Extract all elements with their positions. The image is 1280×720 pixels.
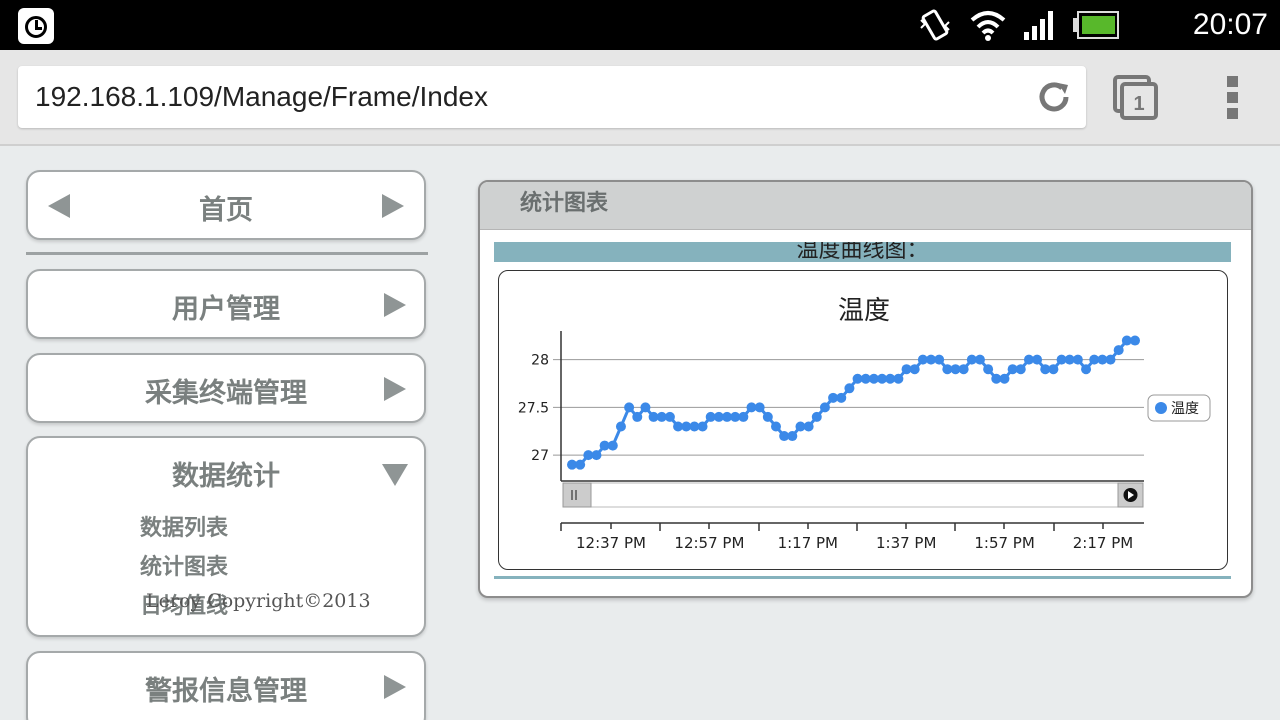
alarm-icon (18, 8, 54, 44)
status-icons (916, 6, 1120, 44)
next-arrow-icon[interactable] (382, 194, 404, 218)
chart-footer-bar (494, 576, 1231, 579)
data-point (1081, 364, 1092, 375)
data-point (811, 411, 822, 422)
data-point (697, 421, 708, 432)
x-tick-label: 12:37 PM (576, 534, 646, 552)
data-point (819, 402, 830, 413)
data-point (803, 421, 814, 432)
url-text[interactable]: 192.168.1.109/Manage/Frame/Index (35, 66, 488, 128)
vibrate-icon (920, 9, 950, 41)
sub-item-stats-chart[interactable]: 统计图表 (140, 549, 228, 581)
data-point (624, 402, 635, 413)
chart-banner: 温度曲线图： (494, 242, 1231, 262)
copyright-text: Leroy Copyright©2013 (146, 590, 371, 612)
data-point (983, 364, 994, 375)
sub-item-data-list[interactable]: 数据列表 (140, 510, 228, 542)
tabs-icon[interactable]: 1 (1112, 74, 1160, 122)
range-navigator (562, 482, 1144, 508)
chevron-down-icon[interactable] (382, 464, 408, 486)
chart-title: 温度 (838, 296, 890, 326)
y-tick-label: 27 (531, 448, 549, 464)
chevron-right-icon (384, 293, 406, 317)
data-point (770, 421, 781, 432)
chevron-right-icon (384, 675, 406, 699)
data-point (909, 364, 920, 375)
nav-home-label: 首页 (199, 195, 253, 226)
nav-data-stats-panel: 数据统计 数据列表 统计图表 日均值线 Leroy Copyright©2013 (26, 436, 426, 637)
tab-count: 1 (1133, 93, 1144, 115)
data-point (1113, 345, 1124, 356)
nav-user-mgmt-label: 用户管理 (172, 294, 280, 325)
data-point (738, 411, 749, 422)
data-point (762, 411, 773, 422)
x-tick-label: 12:57 PM (674, 534, 744, 552)
data-point (1130, 335, 1140, 346)
data-point (1015, 364, 1026, 375)
temperature-series-line (572, 339, 1135, 467)
legend-marker (1155, 402, 1167, 414)
nav-terminal-mgmt-label: 采集终端管理 (145, 378, 307, 409)
browser-toolbar: 192.168.1.109/Manage/Frame/Index 1 (0, 50, 1280, 146)
x-tick-label: 1:57 PM (974, 534, 1034, 552)
data-point (934, 354, 945, 365)
data-point (893, 373, 904, 384)
x-tick-label: 1:17 PM (778, 534, 838, 552)
status-bar: 20:07 (0, 0, 1280, 50)
data-point (787, 431, 798, 442)
data-point (754, 402, 765, 413)
overflow-menu-icon[interactable] (1222, 76, 1242, 120)
data-point (999, 373, 1010, 384)
range-handle-left-icon (562, 482, 592, 508)
battery-icon (1073, 11, 1119, 39)
nav-divider (26, 252, 428, 255)
panel-title: 统计图表 (520, 191, 609, 216)
data-point (664, 411, 675, 422)
y-tick-label: 27.5 (518, 400, 549, 416)
data-point (632, 411, 643, 422)
data-point (591, 450, 602, 461)
nav-alarm-mgmt-button[interactable]: 警报信息管理 (26, 651, 426, 720)
data-point (607, 440, 618, 451)
data-point (1072, 354, 1083, 365)
panel-header: 统计图表 (480, 182, 1251, 230)
nav-user-mgmt-button[interactable]: 用户管理 (26, 269, 426, 339)
temperature-chart: 温度 27 27.5 28 12:37 PM 12:57 PM 1:17 PM 1:37 PM… (518, 296, 1211, 552)
wifi-icon (970, 11, 1006, 41)
x-tick-label: 1:37 PM (876, 534, 936, 552)
data-point (1105, 354, 1116, 365)
data-point (575, 459, 586, 470)
signal-icon (1024, 11, 1053, 40)
url-field[interactable]: 192.168.1.109/Manage/Frame/Index (18, 66, 1086, 128)
chevron-right-icon (384, 377, 406, 401)
data-point (640, 402, 651, 413)
nav-home-button[interactable]: 首页 (26, 170, 426, 240)
stats-chart-panel: 统计图表 温度曲线图： 温度 27 27.5 28 12:37 PM 12:57 PM 1:… (478, 180, 1253, 598)
chart-banner-text: 温度曲线图： (796, 242, 929, 262)
y-tick-label: 28 (531, 353, 549, 369)
nav-data-stats-label[interactable]: 数据统计 (28, 454, 424, 493)
data-point (974, 354, 985, 365)
reload-icon[interactable] (1036, 79, 1072, 115)
legend-label: 温度 (1171, 401, 1199, 417)
nav-terminal-mgmt-button[interactable]: 采集终端管理 (26, 353, 426, 423)
data-point (958, 364, 969, 375)
data-point (1032, 354, 1043, 365)
data-point (844, 383, 855, 394)
nav-alarm-mgmt-label: 警报信息管理 (145, 676, 307, 707)
data-point (615, 421, 626, 432)
clock: 20:07 (1192, 8, 1268, 41)
chart-container: 温度 27 27.5 28 12:37 PM 12:57 PM 1:17 PM 1:37 PM… (498, 270, 1228, 570)
x-tick-label: 2:17 PM (1073, 534, 1133, 552)
data-point (836, 392, 847, 403)
data-point (1048, 364, 1059, 375)
